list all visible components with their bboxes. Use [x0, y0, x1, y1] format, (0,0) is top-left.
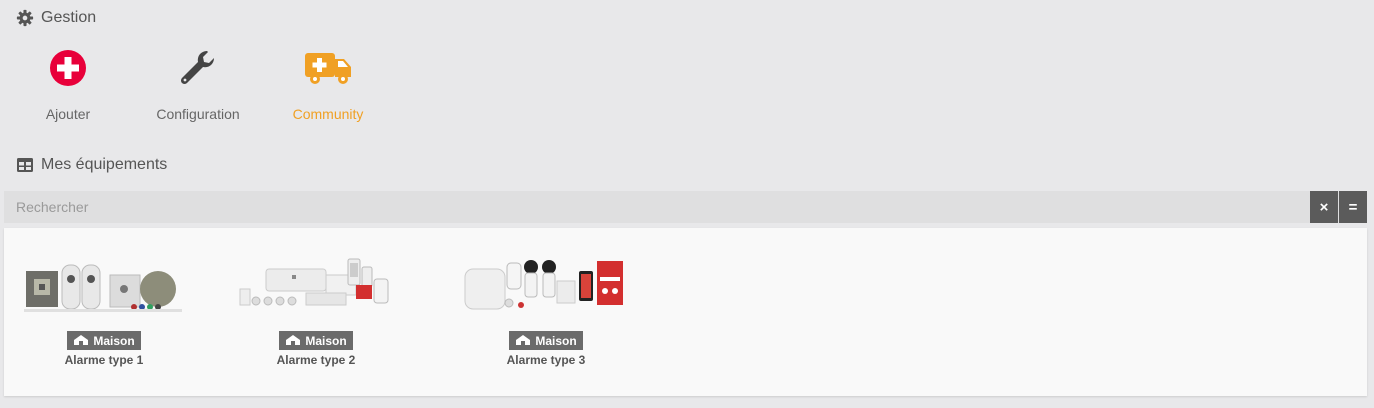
- room-badge: Maison: [67, 331, 141, 350]
- devices-panel: Maison Alarme type 1 Maison Alarme type …: [4, 228, 1367, 396]
- gestion-title-text: Gestion: [41, 9, 97, 26]
- wrench-icon: [138, 40, 258, 96]
- clear-search-button[interactable]: ×: [1310, 191, 1338, 223]
- add-label: Ajouter: [45, 106, 91, 122]
- close-icon: ×: [1319, 198, 1329, 216]
- house-icon: [73, 334, 89, 348]
- device-image: [4, 252, 204, 322]
- device-image: [446, 252, 646, 322]
- table-icon: [16, 156, 34, 174]
- house-icon: [285, 334, 301, 348]
- equipements-section-title: Mes équipements: [16, 156, 167, 174]
- house-icon: [515, 334, 531, 348]
- device-name: Alarme type 3: [506, 353, 586, 367]
- configuration-label: Configuration: [156, 106, 240, 122]
- configuration-action[interactable]: Configuration: [138, 40, 258, 122]
- add-action[interactable]: Ajouter: [8, 40, 128, 122]
- device-card[interactable]: Maison Alarme type 2: [216, 252, 416, 367]
- community-label: Community: [292, 106, 364, 122]
- equals-icon: =: [1348, 198, 1358, 216]
- ambulance-icon: [268, 40, 388, 96]
- equipements-title-text: Mes équipements: [41, 156, 168, 173]
- search-bar: × =: [4, 191, 1367, 223]
- device-image: [216, 252, 416, 322]
- device-name: Alarme type 2: [276, 353, 356, 367]
- device-card[interactable]: Maison Alarme type 3: [446, 252, 646, 367]
- community-action[interactable]: Community: [268, 40, 388, 122]
- search-input[interactable]: [4, 191, 1310, 223]
- device-name: Alarme type 1: [64, 353, 144, 367]
- plus-circle-icon: [8, 40, 128, 96]
- collapse-button[interactable]: =: [1339, 191, 1367, 223]
- gestion-section-title: Gestion: [16, 9, 96, 27]
- device-card[interactable]: Maison Alarme type 1: [4, 252, 204, 367]
- gear-icon: [16, 9, 34, 27]
- room-badge: Maison: [509, 331, 583, 350]
- room-badge: Maison: [279, 331, 353, 350]
